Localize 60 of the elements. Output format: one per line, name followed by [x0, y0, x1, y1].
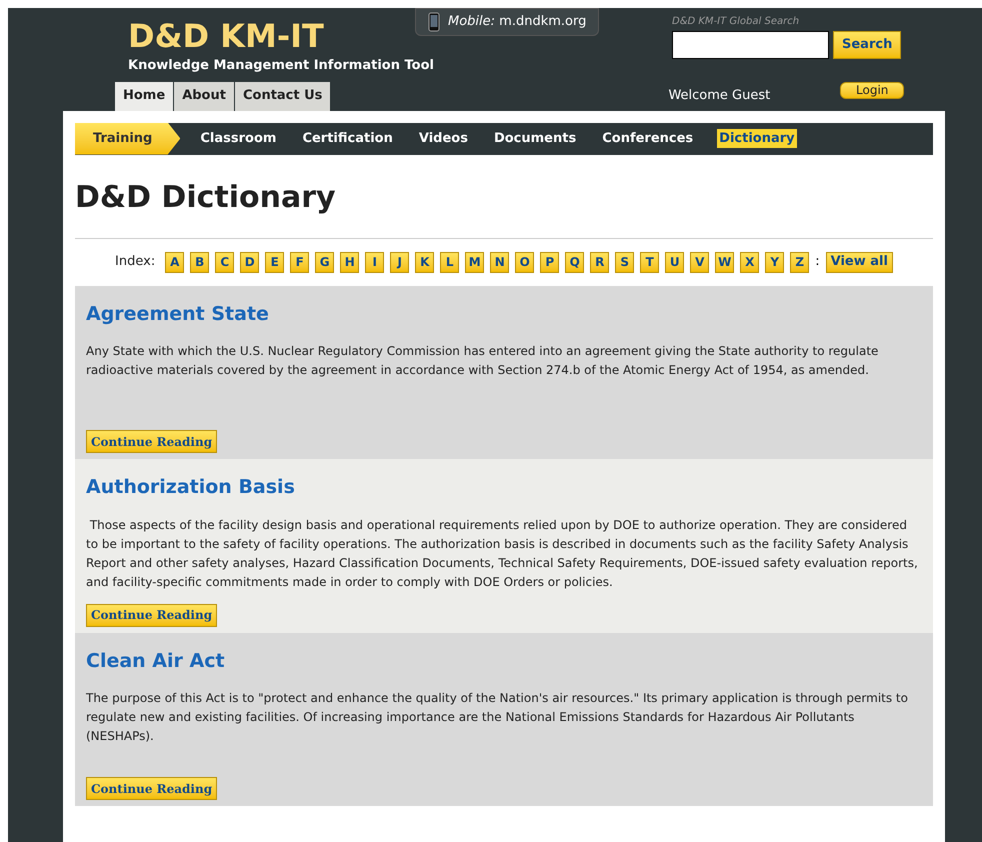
letter-link[interactable]: U [665, 252, 684, 272]
letter-link[interactable]: D [240, 252, 260, 272]
letter-link[interactable]: A [165, 252, 184, 272]
letter-link[interactable]: I [365, 252, 384, 272]
view-all-link[interactable]: View all [826, 252, 893, 272]
entry-title[interactable]: Authorization Basis [86, 473, 922, 502]
nav-link[interactable]: Certification [300, 128, 395, 148]
letter-link[interactable]: Y [765, 252, 784, 272]
mobile-url: m.dndkm.org [499, 14, 586, 30]
search-field[interactable] [672, 31, 829, 59]
nav-tab[interactable]: Home [115, 82, 174, 110]
letter-link[interactable]: S [615, 252, 634, 272]
letter-link[interactable]: R [590, 252, 610, 272]
letter-link[interactable]: N [490, 252, 510, 272]
letter-link[interactable]: B [190, 252, 210, 272]
entry-title[interactable]: Agreement State [86, 300, 922, 328]
nav-link[interactable]: Documents [492, 128, 578, 148]
entry-title[interactable]: Clean Air Act [86, 646, 922, 675]
letter-link[interactable]: C [215, 252, 234, 272]
site-logo: D&D KM-IT [128, 16, 324, 56]
page-title: D&D Dictionary [75, 178, 337, 216]
nav-link[interactable]: Dictionary [717, 128, 797, 148]
search-caption: D&D KM-IT Global Search [672, 15, 800, 29]
nav-link[interactable]: Videos [416, 128, 470, 148]
letter-link[interactable]: Z [790, 252, 810, 272]
mobile-label: Mobile: [448, 14, 496, 30]
letter-link[interactable]: T [640, 252, 660, 272]
letter-link[interactable]: O [515, 252, 534, 272]
letter-link[interactable]: F [290, 252, 310, 272]
letter-link[interactable]: X [740, 252, 760, 272]
continue-button[interactable]: Continue Reading [86, 604, 218, 626]
continue-button[interactable]: Continue Reading [86, 430, 218, 453]
search-button[interactable]: Search [833, 31, 902, 59]
site-tagline: Knowledge Management Information Tool [128, 57, 434, 75]
entry-definition: Any State with which the U.S. Nuclear Regulatory Commission has entered into an agreement giving the State authority to regulate radioactive materials covered by the agreement in accordance with Section 274.b of the Atomic Energy Act of 1954, as amended. [86, 343, 880, 379]
letter-link[interactable]: P [540, 252, 560, 272]
entry-definition: The purpose of this Act is to "protect and enhance the quality of the Nation's air resources." Its primary application is through permits to regulate new and existing facilities. Of increasing importance are the National Emissions Standards for Hazardous Air Pollutants (NESHAPs). [86, 690, 909, 745]
phone-icon [428, 12, 440, 32]
welcome-text: Welcome Guest [668, 87, 770, 105]
letter-link[interactable]: V [690, 252, 710, 272]
entry-definition: Those aspects of the facility design basis and operational requirements relied upon by DOE to authorize operation. They are considered to be important to the safety of facility operations. The authorization basis is described in documents such as the facility Safety Analysis Report and other safety analyses, Hazard Classification Documents, Technical Safety Requirements, DOE-issued safety evaluation reports, and facility-specific commitments made in order to comply with DOE Orders or policies. [86, 516, 919, 590]
continue-button[interactable]: Continue Reading [86, 777, 218, 800]
nav-link[interactable]: Classroom [198, 128, 278, 148]
letter-link[interactable]: W [715, 252, 734, 272]
nav-link[interactable]: Conferences [600, 128, 696, 148]
letter-link[interactable]: G [315, 252, 334, 272]
mobile-badge[interactable]: Mobile: m.dndkm.org [415, 8, 600, 36]
letter-link[interactable]: L [440, 252, 460, 272]
section-tab[interactable]: Training [75, 122, 180, 154]
letter-link[interactable]: H [340, 252, 360, 272]
index-separator: : [815, 253, 820, 272]
login-button[interactable]: Login [840, 82, 904, 98]
letter-link[interactable]: K [415, 252, 434, 272]
letter-link[interactable]: Q [565, 252, 584, 272]
letter-link[interactable]: J [390, 252, 410, 272]
letter-link[interactable]: M [465, 252, 484, 272]
nav-tab[interactable]: Contact Us [234, 82, 330, 110]
index-label: Index: [115, 253, 156, 272]
letter-link[interactable]: E [265, 252, 284, 272]
nav-tab[interactable]: About [174, 82, 234, 110]
